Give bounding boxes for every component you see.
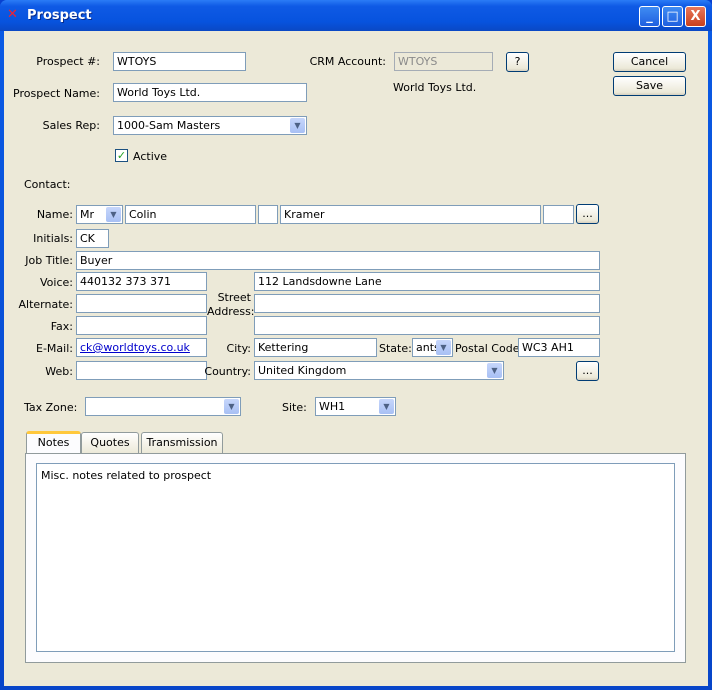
fax-label: Fax: (50, 320, 73, 333)
crm-account-help-button[interactable]: ? (506, 52, 529, 72)
prospect-name-input[interactable]: World Toys Ltd. (113, 83, 307, 102)
tax-zone-select[interactable]: ▼ (85, 397, 241, 416)
prospect-name-label: Prospect Name: (13, 87, 100, 100)
prospect-number-input[interactable]: WTOYS (113, 52, 246, 71)
street-line1-input[interactable]: 112 Landsdowne Lane (254, 272, 600, 291)
first-name-input[interactable]: Colin (125, 205, 256, 224)
state-label: State: (379, 342, 412, 355)
fax-input[interactable] (76, 316, 207, 335)
job-title-label: Job Title: (25, 254, 73, 267)
middle-name-input[interactable] (258, 205, 278, 224)
postal-code-input[interactable]: WC3 AH1 (518, 338, 600, 357)
contact-more-button[interactable]: ... (576, 204, 599, 224)
site-value: WH1 (319, 400, 346, 413)
active-checkbox[interactable]: ✓ (115, 149, 128, 162)
last-name-input[interactable]: Kramer (280, 205, 541, 224)
tab-transmission[interactable]: Transmission (141, 432, 223, 453)
sales-rep-value: 1000-Sam Masters (117, 119, 221, 132)
city-label: City: (226, 342, 251, 355)
street-line2-input[interactable] (254, 294, 600, 313)
web-label: Web: (45, 365, 73, 378)
alternate-label: Alternate: (18, 298, 74, 311)
voice-label: Voice: (40, 276, 73, 289)
tax-zone-label: Tax Zone: (24, 401, 78, 414)
chevron-down-icon: ▼ (436, 340, 451, 355)
street-line3-input[interactable] (254, 316, 600, 335)
site-select[interactable]: WH1 ▼ (315, 397, 396, 416)
honorific-value: Mr (80, 208, 95, 221)
tab-quotes[interactable]: Quotes (81, 432, 139, 453)
country-value: United Kingdom (258, 364, 347, 377)
street-address-label: Street Address: (207, 291, 255, 318)
country-select[interactable]: United Kingdom ▼ (254, 361, 504, 380)
alternate-input[interactable] (76, 294, 207, 313)
active-label: Active (133, 150, 168, 163)
job-title-input[interactable]: Buyer (76, 251, 600, 270)
email-label: E-Mail: (36, 342, 73, 355)
chevron-down-icon: ▼ (379, 399, 394, 414)
crm-account-label: CRM Account: (309, 55, 386, 68)
country-label: Country: (204, 365, 251, 378)
chevron-down-icon: ▼ (106, 207, 121, 222)
crm-account-input: WTOYS (394, 52, 493, 71)
chevron-down-icon: ▼ (487, 363, 502, 378)
initials-input[interactable]: CK (76, 229, 109, 248)
state-select[interactable]: ants ▼ (412, 338, 453, 357)
city-input[interactable]: Kettering (254, 338, 377, 357)
cancel-button[interactable]: Cancel (613, 52, 686, 72)
suffix-input[interactable] (543, 205, 574, 224)
email-link[interactable]: ck@worldtoys.co.uk (80, 341, 190, 354)
site-label: Site: (282, 401, 307, 414)
chevron-down-icon: ▼ (224, 399, 239, 414)
honorific-select[interactable]: Mr ▼ (76, 205, 123, 224)
sales-rep-label: Sales Rep: (42, 119, 100, 132)
tab-notes[interactable]: Notes (26, 431, 81, 453)
initials-label: Initials: (33, 232, 73, 245)
notes-tab-panel: Misc. notes related to prospect (25, 453, 686, 663)
crm-account-name: World Toys Ltd. (393, 81, 477, 94)
save-button[interactable]: Save (613, 76, 686, 96)
notes-textarea[interactable]: Misc. notes related to prospect (36, 463, 675, 652)
name-label: Name: (36, 208, 73, 221)
chevron-down-icon: ▼ (290, 118, 305, 133)
email-input[interactable]: ck@worldtoys.co.uk (76, 338, 207, 357)
voice-input[interactable]: 440132 373 371 (76, 272, 207, 291)
web-input[interactable] (76, 361, 207, 380)
postal-code-label: Postal Code: (455, 342, 524, 355)
prospect-number-label: Prospect #: (36, 55, 100, 68)
address-more-button[interactable]: ... (576, 361, 599, 381)
contact-label: Contact: (24, 178, 71, 191)
sales-rep-select[interactable]: 1000-Sam Masters ▼ (113, 116, 307, 135)
